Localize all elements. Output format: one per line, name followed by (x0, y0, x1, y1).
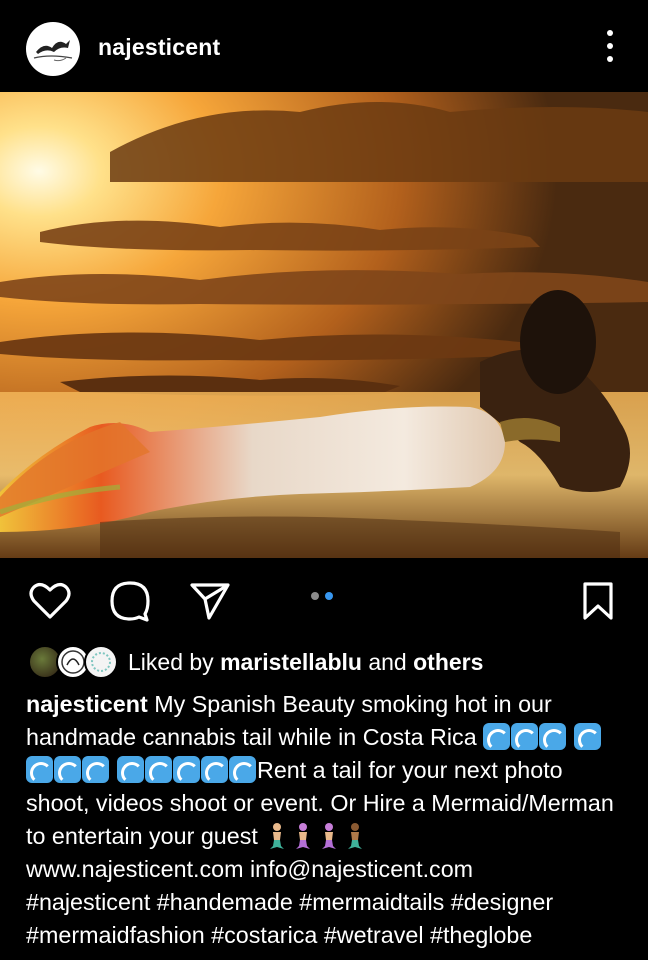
carousel-indicator (311, 592, 333, 600)
caption-username[interactable]: najesticent (26, 691, 148, 717)
wave-emoji-icon (229, 756, 256, 783)
likes-summary: Liked by maristellablu and others (128, 649, 483, 676)
wave-emoji-icon (82, 756, 109, 783)
wave-emoji-icon (54, 756, 81, 783)
more-options-icon[interactable] (600, 30, 620, 62)
profile-avatar[interactable] (26, 22, 80, 76)
share-send-icon[interactable] (188, 579, 232, 623)
likes-row[interactable]: Liked by maristellablu and others (28, 644, 483, 680)
mermaid-logo-icon (33, 40, 73, 62)
wave-emoji-icon (483, 723, 511, 750)
wave-emoji-icon (573, 723, 601, 750)
wave-emoji-icon (201, 756, 228, 783)
wave-emoji-group (110, 756, 257, 783)
carousel-dot-active (325, 592, 333, 600)
mermaid-emoji-icon (292, 822, 314, 850)
like-heart-icon[interactable] (28, 579, 72, 623)
caption-hashtags[interactable]: #najesticent #handemade #mermaidtails #d… (26, 889, 553, 915)
likes-middle: and (361, 648, 414, 675)
likes-prefix: Liked by (128, 648, 221, 675)
caption-hashtags[interactable]: #mermaidfashion #costarica #wetravel #th… (26, 922, 532, 948)
comment-bubble-icon[interactable] (108, 579, 152, 623)
wave-emoji-icon (511, 723, 539, 750)
mermaid-emoji-icon (318, 822, 340, 850)
wave-emoji-icon (26, 756, 53, 783)
wave-emoji-icon (145, 756, 172, 783)
merman-emoji-icon (266, 822, 288, 850)
carousel-dot (311, 592, 319, 600)
liked-by-username[interactable]: maristellablu (220, 649, 362, 675)
post-caption: najesticent My Spanish Beauty smoking ho… (26, 688, 622, 952)
post-username[interactable]: najesticent (98, 34, 220, 61)
post-header: najesticent (0, 0, 648, 92)
post-photo[interactable] (0, 92, 648, 558)
caption-contact[interactable]: www.najesticent.com info@najesticent.com (26, 856, 473, 882)
liker-avatar (84, 645, 118, 679)
likes-others-link[interactable]: others (413, 649, 483, 675)
liker-avatars (28, 644, 118, 680)
wave-emoji-icon (539, 723, 567, 750)
wave-emoji-icon (173, 756, 200, 783)
bookmark-save-icon[interactable] (576, 579, 620, 623)
wave-emoji-icon (117, 756, 144, 783)
wave-emoji-group (483, 723, 567, 750)
merman-emoji-icon (344, 822, 366, 850)
